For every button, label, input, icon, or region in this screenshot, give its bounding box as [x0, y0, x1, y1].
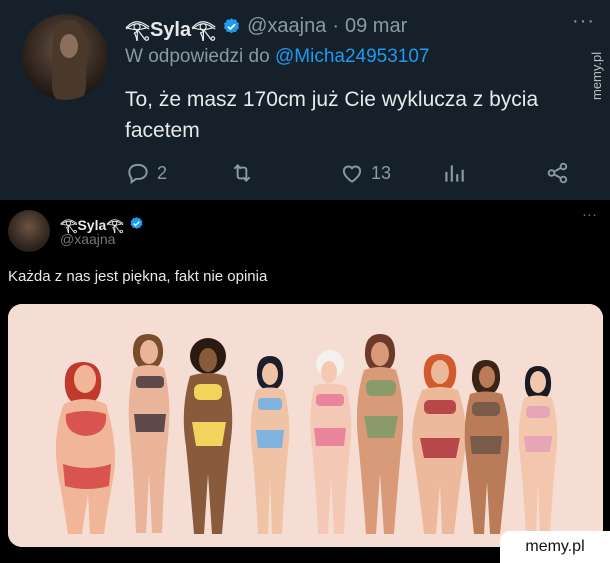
- handle[interactable]: @xaajna: [60, 231, 115, 247]
- views-button[interactable]: [441, 160, 473, 186]
- reply-context: W odpowiedzi do @Micha24953107: [125, 46, 430, 68]
- tweet-image[interactable]: [8, 304, 603, 547]
- like-button[interactable]: 13: [339, 160, 391, 186]
- reply-count: 2: [157, 162, 168, 183]
- tweet-text: Każda z nas jest piękna, fakt nie opinia: [8, 268, 268, 285]
- avatar[interactable]: [8, 210, 50, 252]
- avatar-face: [60, 34, 78, 58]
- handle[interactable]: @xaajna: [247, 15, 326, 38]
- quoted-tweet[interactable]: 𓂀Syla𓂀 @xaajna ··· Każda z nas jest pięk…: [0, 200, 610, 563]
- tweet-header: 𓂀Syla𓂀 @xaajna · 09 mar: [125, 10, 407, 43]
- views-icon: [445, 165, 464, 182]
- verified-icon: [130, 216, 143, 229]
- tweet-date[interactable]: 09 mar: [345, 15, 407, 38]
- tweet-text: To, że masz 170cm już Cie wyklucza z byc…: [125, 88, 539, 142]
- reply-mention-link[interactable]: @Micha24953107: [275, 46, 430, 67]
- avatar[interactable]: [22, 14, 108, 100]
- reply-button[interactable]: 2: [125, 160, 167, 186]
- like-count: 13: [371, 162, 392, 183]
- reply-tweet[interactable]: 𓂀Syla𓂀 @xaajna · 09 mar ··· W odpowiedzi…: [0, 0, 610, 200]
- verified-icon: [224, 17, 240, 33]
- share-icon: [547, 162, 568, 184]
- like-icon: [342, 165, 362, 183]
- share-button[interactable]: [545, 160, 571, 186]
- reply-icon: [128, 163, 148, 185]
- memy-badge: memy.pl: [500, 531, 610, 563]
- side-watermark-text: memy.pl: [589, 51, 604, 100]
- side-watermark: memy.pl: [585, 40, 609, 104]
- reply-prefix: W odpowiedzi do: [125, 46, 270, 67]
- tweet-actions: 2 13: [125, 160, 585, 190]
- separator-dot: ·: [332, 14, 339, 37]
- display-name[interactable]: 𓂀Syla𓂀: [125, 10, 216, 43]
- avatar-hair: [52, 20, 86, 100]
- retweet-icon: [233, 164, 251, 182]
- more-options-icon[interactable]: ···: [572, 10, 595, 33]
- more-options-icon[interactable]: ···: [582, 206, 597, 223]
- women-illustration: [8, 304, 603, 547]
- retweet-button[interactable]: [229, 160, 261, 186]
